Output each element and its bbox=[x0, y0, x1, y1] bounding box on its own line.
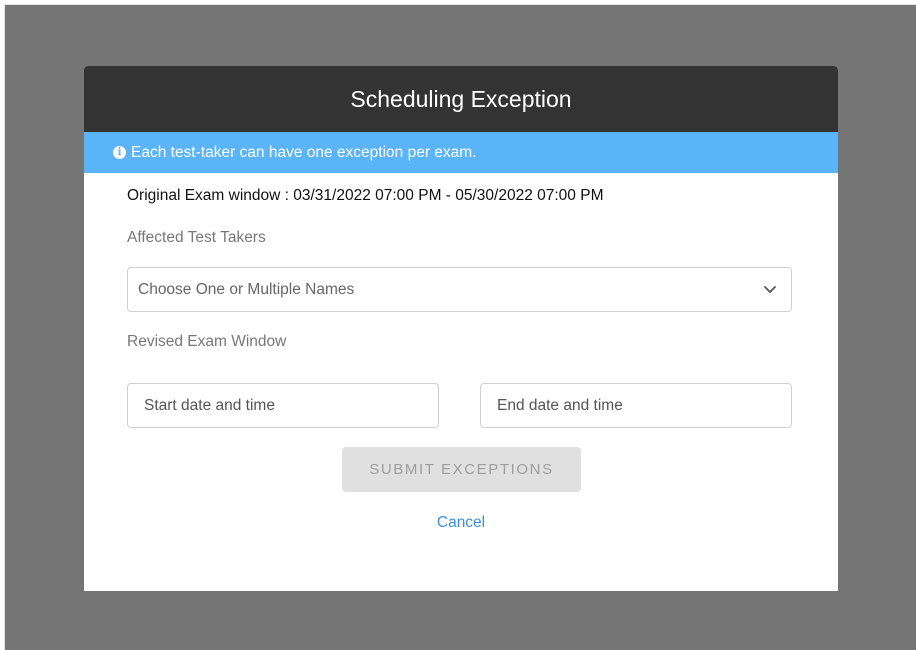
scheduling-exception-dialog: Scheduling Exception i Each test-taker c… bbox=[84, 66, 838, 591]
test-takers-select[interactable]: Choose One or Multiple Names bbox=[127, 267, 792, 312]
end-date-time-input[interactable] bbox=[480, 383, 792, 428]
affected-test-takers-label: Affected Test Takers bbox=[127, 229, 266, 246]
dialog-title: Scheduling Exception bbox=[350, 85, 572, 112]
dialog-header: Scheduling Exception bbox=[84, 66, 838, 132]
info-circle-icon: i bbox=[113, 146, 126, 159]
start-date-time-input[interactable] bbox=[127, 383, 439, 428]
revised-exam-window-label: Revised Exam Window bbox=[127, 333, 287, 350]
info-banner-text: Each test-taker can have one exception p… bbox=[131, 143, 477, 161]
submit-exceptions-button[interactable]: SUBMIT EXCEPTIONS bbox=[342, 447, 581, 492]
chevron-down-icon bbox=[764, 286, 776, 293]
test-takers-select-placeholder: Choose One or Multiple Names bbox=[138, 280, 355, 298]
info-banner: i Each test-taker can have one exception… bbox=[84, 132, 838, 173]
cancel-link[interactable]: Cancel bbox=[84, 514, 838, 532]
original-exam-window: Original Exam window : 03/31/2022 07:00 … bbox=[127, 187, 604, 204]
